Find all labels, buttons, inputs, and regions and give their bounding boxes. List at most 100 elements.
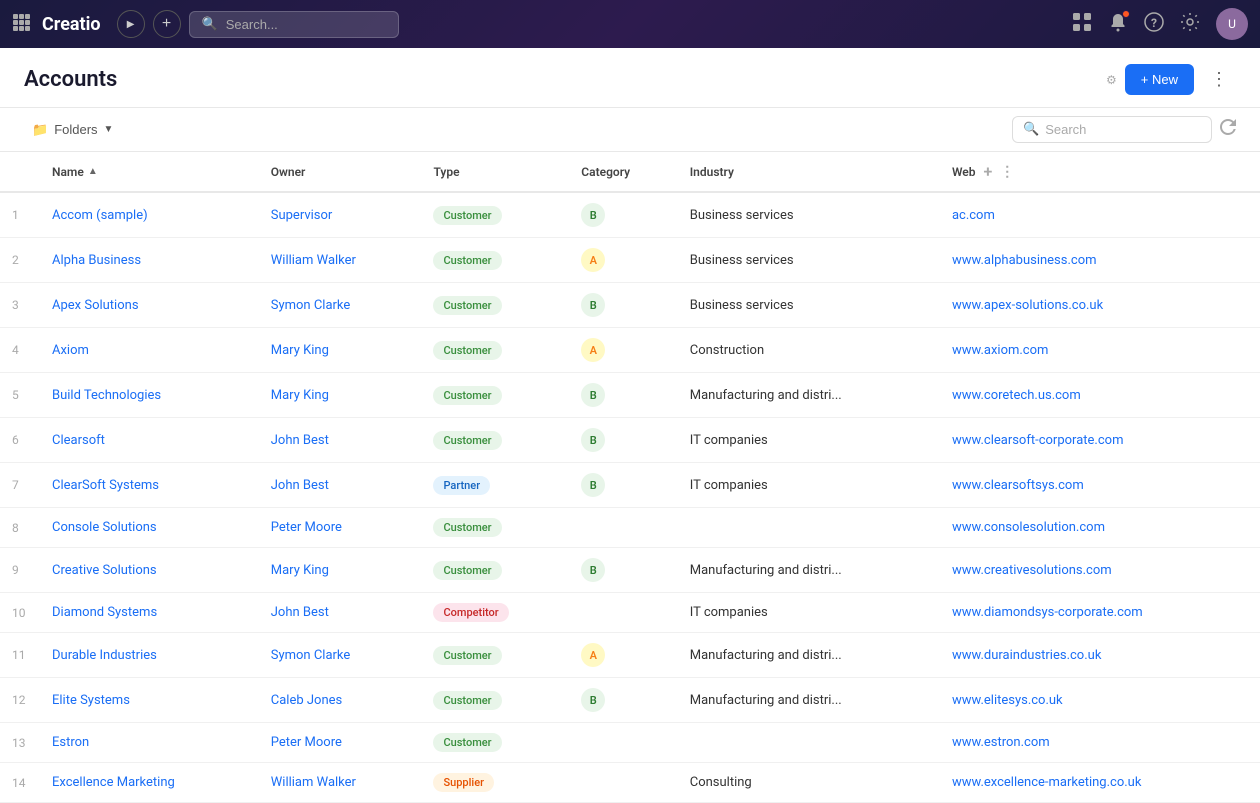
more-options-button[interactable]: ⋮ [1202, 65, 1236, 94]
col-web[interactable]: Web + ⋮ [940, 152, 1260, 191]
web-cell: www.estron.com [940, 723, 1260, 763]
web-link[interactable]: www.excellence-marketing.co.uk [952, 775, 1142, 790]
account-name-cell: Build Technologies [40, 373, 259, 418]
account-name-cell: Creative Solutions [40, 548, 259, 593]
add-button[interactable]: + [153, 10, 181, 38]
type-badge: Customer [433, 251, 501, 270]
owner-link[interactable]: Symon Clarke [271, 298, 351, 313]
owner-link[interactable]: John Best [271, 433, 329, 448]
owner-link[interactable]: John Best [271, 478, 329, 493]
owner-cell: Mary King [259, 373, 422, 418]
web-cell: www.duraindustries.co.uk [940, 633, 1260, 678]
app-logo[interactable]: Creatio [42, 14, 101, 35]
row-number: 1 [0, 192, 40, 238]
global-search[interactable]: 🔍 [189, 11, 399, 38]
settings-icon[interactable] [1180, 12, 1200, 37]
owner-link[interactable]: Mary King [271, 343, 329, 358]
apps-icon[interactable] [1072, 12, 1092, 37]
owner-link[interactable]: Caleb Jones [271, 693, 342, 708]
type-badge: Customer [433, 733, 501, 752]
owner-link[interactable]: Symon Clarke [271, 648, 351, 663]
web-cell: www.coretech.us.com [940, 373, 1260, 418]
account-name-link[interactable]: Diamond Systems [52, 605, 157, 620]
account-name-link[interactable]: Estron [52, 735, 89, 750]
account-name-link[interactable]: Accom (sample) [52, 208, 148, 223]
user-avatar[interactable]: U [1216, 8, 1248, 40]
row-number: 8 [0, 508, 40, 548]
account-name-link[interactable]: Console Solutions [52, 520, 157, 535]
web-link[interactable]: www.alphabusiness.com [952, 253, 1097, 268]
refresh-button[interactable] [1220, 119, 1236, 140]
web-cell: www.creativesolutions.com [940, 548, 1260, 593]
col-owner[interactable]: Owner [259, 152, 422, 192]
account-name-link[interactable]: Clearsoft [52, 433, 105, 448]
col-type[interactable]: Type [421, 152, 569, 192]
corner-settings-icon[interactable]: ⚙ [1106, 73, 1117, 87]
account-name-link[interactable]: Excellence Marketing [52, 775, 175, 790]
web-link[interactable]: www.clearsoftsys.com [952, 478, 1084, 493]
owner-cell: Peter Moore [259, 508, 422, 548]
web-cell: www.excellence-marketing.co.uk [940, 763, 1260, 803]
type-badge: Customer [433, 341, 501, 360]
col-category[interactable]: Category [569, 152, 677, 192]
web-link[interactable]: www.consolesolution.com [952, 520, 1105, 535]
play-button[interactable]: ▶ [117, 10, 145, 38]
type-cell: Customer [421, 508, 569, 548]
table-search-box[interactable]: 🔍 [1012, 116, 1212, 143]
grid-icon[interactable] [12, 13, 30, 35]
search-input[interactable] [226, 17, 386, 32]
owner-link[interactable]: Supervisor [271, 208, 333, 223]
col-name[interactable]: Name ▲ [40, 152, 259, 192]
account-name-cell: Excellence Marketing [40, 763, 259, 803]
web-link[interactable]: www.estron.com [952, 735, 1050, 750]
account-name-link[interactable]: Elite Systems [52, 693, 130, 708]
web-link[interactable]: www.coretech.us.com [952, 388, 1081, 403]
category-badge: B [581, 203, 605, 227]
account-name-link[interactable]: Creative Solutions [52, 563, 157, 578]
add-column-button[interactable]: + [984, 162, 993, 181]
column-more-button[interactable]: ⋮ [1000, 164, 1014, 180]
type-badge: Partner [433, 476, 490, 495]
web-link[interactable]: www.apex-solutions.co.uk [952, 298, 1103, 313]
web-link[interactable]: www.elitesys.co.uk [952, 693, 1063, 708]
help-icon[interactable]: ? [1144, 12, 1164, 37]
account-name-cell: Accom (sample) [40, 192, 259, 238]
table-search-input[interactable] [1045, 122, 1201, 137]
category-cell: B [569, 463, 677, 508]
type-cell: Customer [421, 633, 569, 678]
folders-button[interactable]: 📁 Folders ▼ [24, 118, 121, 142]
web-cell: www.axiom.com [940, 328, 1260, 373]
web-link[interactable]: www.axiom.com [952, 343, 1049, 358]
owner-link[interactable]: Peter Moore [271, 520, 342, 535]
owner-link[interactable]: William Walker [271, 253, 356, 268]
web-link[interactable]: www.creativesolutions.com [952, 563, 1112, 578]
owner-link[interactable]: Mary King [271, 563, 329, 578]
web-link[interactable]: www.diamondsys-corporate.com [952, 605, 1143, 620]
account-name-link[interactable]: Apex Solutions [52, 298, 139, 313]
account-name-link[interactable]: Alpha Business [52, 253, 141, 268]
account-name-link[interactable]: Durable Industries [52, 648, 157, 663]
owner-cell: Supervisor [259, 192, 422, 238]
table-row: 2 Alpha Business William Walker Customer… [0, 238, 1260, 283]
col-industry[interactable]: Industry [678, 152, 940, 192]
owner-cell: Caleb Jones [259, 678, 422, 723]
owner-link[interactable]: Peter Moore [271, 735, 342, 750]
row-number: 9 [0, 548, 40, 593]
account-name-link[interactable]: Build Technologies [52, 388, 161, 403]
account-name-link[interactable]: ClearSoft Systems [52, 478, 159, 493]
account-name-link[interactable]: Axiom [52, 343, 89, 358]
category-badge: B [581, 428, 605, 452]
owner-link[interactable]: John Best [271, 605, 329, 620]
notification-icon[interactable] [1108, 12, 1128, 37]
new-button[interactable]: + New [1125, 64, 1194, 95]
web-link[interactable]: www.clearsoft-corporate.com [952, 433, 1124, 448]
web-link[interactable]: www.duraindustries.co.uk [952, 648, 1101, 663]
accounts-table-container: Name ▲ Owner Type Category Industry Web … [0, 152, 1260, 803]
account-name-cell: Durable Industries [40, 633, 259, 678]
industry-cell: IT companies [678, 418, 940, 463]
web-link[interactable]: ac.com [952, 208, 995, 223]
table-row: 3 Apex Solutions Symon Clarke Customer B… [0, 283, 1260, 328]
owner-link[interactable]: William Walker [271, 775, 356, 790]
type-cell: Competitor [421, 593, 569, 633]
owner-link[interactable]: Mary King [271, 388, 329, 403]
